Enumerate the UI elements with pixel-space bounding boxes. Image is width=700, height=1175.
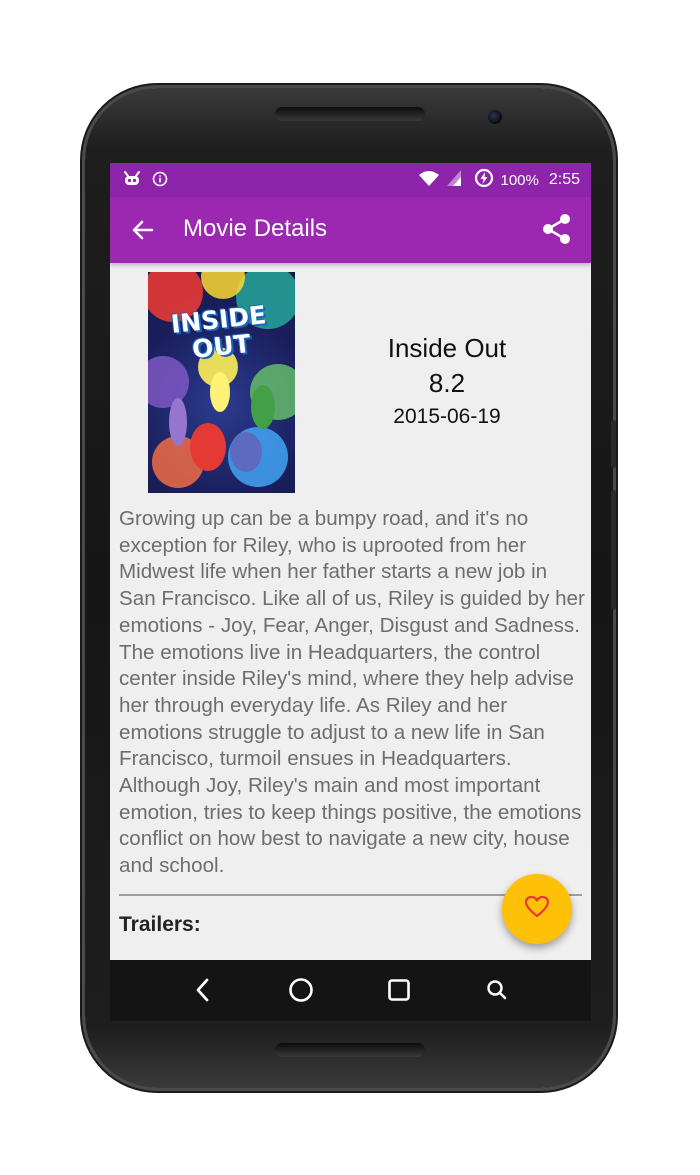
front-camera — [488, 110, 502, 124]
back-triangle-icon[interactable] — [188, 975, 218, 1005]
battery-saver-icon — [474, 168, 494, 192]
info-icon — [152, 171, 168, 192]
wifi-icon — [418, 169, 440, 191]
movie-title: Inside Out — [387, 333, 507, 363]
battery-level: 100% — [500, 171, 539, 189]
movie-info: Inside Out 8.2 2015-06-19 — [342, 331, 552, 433]
home-circle-icon[interactable] — [286, 975, 316, 1005]
back-arrow-icon[interactable] — [130, 217, 156, 243]
page-title: Movie Details — [183, 215, 328, 242]
release-date: 2015-06-19 — [393, 405, 501, 428]
status-bar: 100% 2:55 — [110, 163, 591, 197]
bottom-speaker — [275, 1043, 425, 1057]
app-bar: Movie Details — [110, 197, 591, 263]
movie-rating: 8.2 — [428, 368, 466, 398]
recents-square-icon[interactable] — [384, 975, 414, 1005]
share-icon[interactable] — [539, 211, 575, 247]
clock: 2:55 — [548, 171, 580, 188]
movie-poster: INSIDE OUT — [148, 272, 295, 493]
movie-overview: Growing up can be a bumpy road, and it's… — [119, 507, 585, 878]
screen: 100% 2:55 Movie Details INSIDE OUT Insid… — [110, 163, 591, 1021]
power-button — [611, 420, 616, 468]
favorite-button[interactable] — [502, 874, 572, 944]
search-icon[interactable] — [482, 975, 512, 1005]
heart-outline-icon — [524, 895, 550, 924]
android-debug-icon — [122, 170, 142, 193]
cellular-signal-icon — [446, 169, 462, 191]
volume-button — [611, 490, 616, 610]
system-nav-bar — [110, 960, 591, 1021]
top-speaker — [275, 107, 425, 121]
trailers-heading: Trailers: — [119, 913, 201, 936]
